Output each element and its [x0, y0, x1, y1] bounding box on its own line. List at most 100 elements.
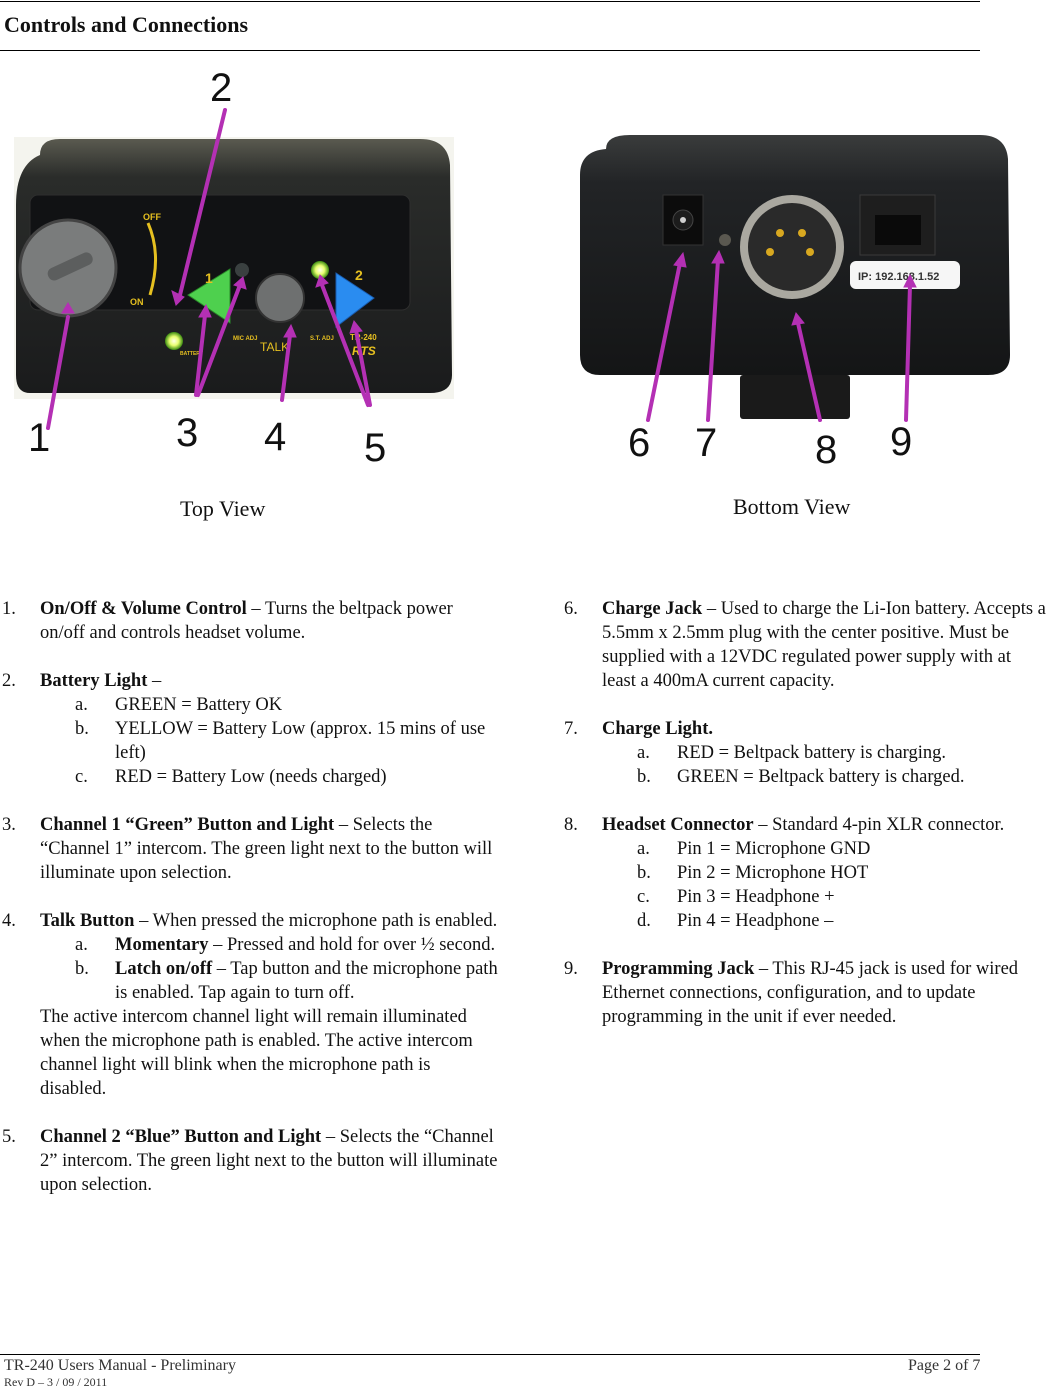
sub-item: a. Momentary – Pressed and hold for over …	[40, 933, 500, 957]
item-number: 9.	[564, 959, 578, 979]
st-adj-label: S.T. ADJ	[310, 336, 334, 342]
footer-doc-title: TR-240 Users Manual - Preliminary	[4, 1357, 236, 1374]
sub-item-letter: b.	[637, 767, 651, 787]
item-title: Charge Light	[602, 719, 709, 739]
item-number: 2.	[2, 671, 16, 691]
item-number: 7.	[564, 719, 578, 739]
sub-item-letter: a.	[637, 743, 650, 763]
sub-item-text: Pin 3 = Headphone +	[677, 887, 835, 907]
item-number: 6.	[564, 599, 578, 619]
sub-item-letter: c.	[637, 887, 650, 907]
list-item-channel-1: 3. Channel 1 “Green” Button and Light – …	[0, 813, 500, 885]
bottom-view-figure: IP: 192.168.1.52 6 7 8 9	[540, 55, 1046, 475]
left-column-list: 1. On/Off & Volume Control – Turns the b…	[0, 597, 500, 1221]
sub-item-letter: b.	[637, 863, 651, 883]
sub-item: b. GREEN = Beltpack battery is charged.	[602, 765, 1046, 789]
sub-item-letter: c.	[75, 767, 88, 787]
item-number: 5.	[2, 1127, 16, 1147]
sub-item-text: RED = Beltpack battery is charging.	[677, 743, 947, 763]
off-label: OFF	[143, 212, 161, 222]
sub-item-text: – Pressed and hold for over ½ second.	[208, 935, 496, 955]
callout-9: 9	[890, 420, 913, 464]
callout-2: 2	[210, 66, 233, 110]
sub-item: c. Pin 3 = Headphone +	[602, 885, 1046, 909]
callout-8: 8	[815, 428, 838, 472]
item-number: 8.	[564, 815, 578, 835]
item-title: Channel 1 “Green” Button and Light	[40, 815, 335, 835]
sub-item-text: YELLOW = Battery Low (approx. 15 mins of…	[115, 719, 486, 763]
sub-item-text: Pin 1 = Microphone GND	[677, 839, 871, 859]
sub-item: b. Pin 2 = Microphone HOT	[602, 861, 1046, 885]
sub-item-letter: a.	[75, 695, 88, 715]
header-rule-bottom	[0, 50, 980, 51]
callout-6: 6	[628, 421, 651, 465]
list-item-battery-light: 2. Battery Light – a. GREEN = Battery OK …	[0, 669, 500, 789]
on-label: ON	[130, 297, 144, 307]
item-title: On/Off & Volume Control	[40, 599, 247, 619]
top-view-caption: Top View	[180, 496, 266, 521]
sub-item-title: Latch on/off	[115, 959, 213, 979]
list-item-channel-2: 5. Channel 2 “Blue” Button and Light – S…	[0, 1125, 500, 1197]
ch2-label: 2	[355, 267, 363, 283]
section-title: Controls and Connections	[4, 12, 249, 37]
item-description: – When pressed the microphone path is en…	[134, 911, 498, 931]
ch1-label: 1	[205, 270, 213, 286]
sub-item-title: Momentary	[115, 935, 209, 955]
sub-item: b. Latch on/off – Tap button and the micr…	[40, 957, 500, 1005]
item-title: Channel 2 “Blue” Button and Light	[40, 1127, 322, 1147]
list-item-charge-light: 7. Charge Light. a. RED = Beltpack batter…	[562, 717, 1046, 789]
sub-item-letter: b.	[75, 719, 89, 739]
list-item-on-off-volume: 1. On/Off & Volume Control – Turns the b…	[0, 597, 500, 645]
item-description: –	[147, 671, 162, 691]
item-note: The active intercom channel light will r…	[40, 1007, 473, 1099]
list-item-charge-jack: 6. Charge Jack – Used to charge the Li-I…	[562, 597, 1046, 693]
sub-item: b. YELLOW = Battery Low (approx. 15 mins …	[40, 717, 500, 765]
list-item-programming-jack: 9. Programming Jack – This RJ-45 jack is…	[562, 957, 1046, 1029]
callout-3: 3	[176, 411, 199, 455]
list-item-talk-button: 4. Talk Button – When pressed the microp…	[0, 909, 500, 1101]
footer-rule	[0, 1354, 980, 1355]
list-item-headset-connector: 8. Headset Connector – Standard 4-pin XL…	[562, 813, 1046, 933]
footer-page-number: Page 2 of 7	[908, 1357, 981, 1374]
top-view-photo: OFF ON BATTERY 1 MIC ADJ TALK S.T. ADJ 2…	[14, 108, 454, 430]
item-title: Talk Button	[40, 911, 135, 931]
sub-list: a. GREEN = Battery OK b. YELLOW = Battery …	[40, 693, 500, 789]
sub-item-text: Pin 4 = Headphone –	[677, 911, 834, 931]
sub-item-text: RED = Battery Low (needs charged)	[115, 767, 387, 787]
top-view-figure: OFF ON BATTERY 1 MIC ADJ TALK S.T. ADJ 2…	[0, 55, 520, 475]
sub-list: a. Momentary – Pressed and hold for over …	[40, 933, 500, 1005]
sub-item: a. Pin 1 = Microphone GND	[602, 837, 1046, 861]
item-number: 3.	[2, 815, 16, 835]
footer-revision: Rev D – 3 / 09 / 2011	[4, 1375, 108, 1389]
mic-adj-label: MIC ADJ	[233, 336, 257, 342]
belt-clip	[740, 375, 850, 419]
sub-item: a. RED = Beltpack battery is charging.	[602, 741, 1046, 765]
talk-button[interactable]	[255, 273, 305, 323]
bottom-view-caption: Bottom View	[733, 494, 851, 519]
sub-item-letter: b.	[75, 959, 89, 979]
sub-item-letter: a.	[75, 935, 88, 955]
xlr-headset-connector[interactable]	[740, 195, 844, 299]
model-label: TR-240	[350, 333, 377, 342]
sub-list: a. Pin 1 = Microphone GND b. Pin 2 = Micro…	[602, 837, 1046, 933]
sub-item: a. GREEN = Battery OK	[40, 693, 500, 717]
sub-item: d. Pin 4 = Headphone –	[602, 909, 1046, 933]
callout-7: 7	[695, 421, 718, 465]
item-number: 1.	[2, 599, 16, 619]
callout-4: 4	[264, 415, 287, 459]
sub-item-text: Pin 2 = Microphone HOT	[677, 863, 869, 883]
item-description: .	[708, 719, 713, 739]
brand-label: RTS	[352, 344, 376, 358]
item-description: – Standard 4-pin XLR connector.	[753, 815, 1005, 835]
bottom-view-photo: IP: 192.168.1.52	[580, 135, 1010, 422]
sub-item-letter: a.	[637, 839, 650, 859]
item-title: Headset Connector	[602, 815, 754, 835]
item-title: Programming Jack	[602, 959, 755, 979]
sub-item: c. RED = Battery Low (needs charged)	[40, 765, 500, 789]
sub-list: a. RED = Beltpack battery is charging. b.…	[602, 741, 1046, 789]
sub-item-text: GREEN = Battery OK	[115, 695, 283, 715]
ip-address-text: IP: 192.168.1.52	[858, 271, 939, 283]
talk-label: TALK	[260, 340, 289, 354]
callout-1: 1	[28, 416, 51, 460]
battery-led	[165, 332, 183, 350]
